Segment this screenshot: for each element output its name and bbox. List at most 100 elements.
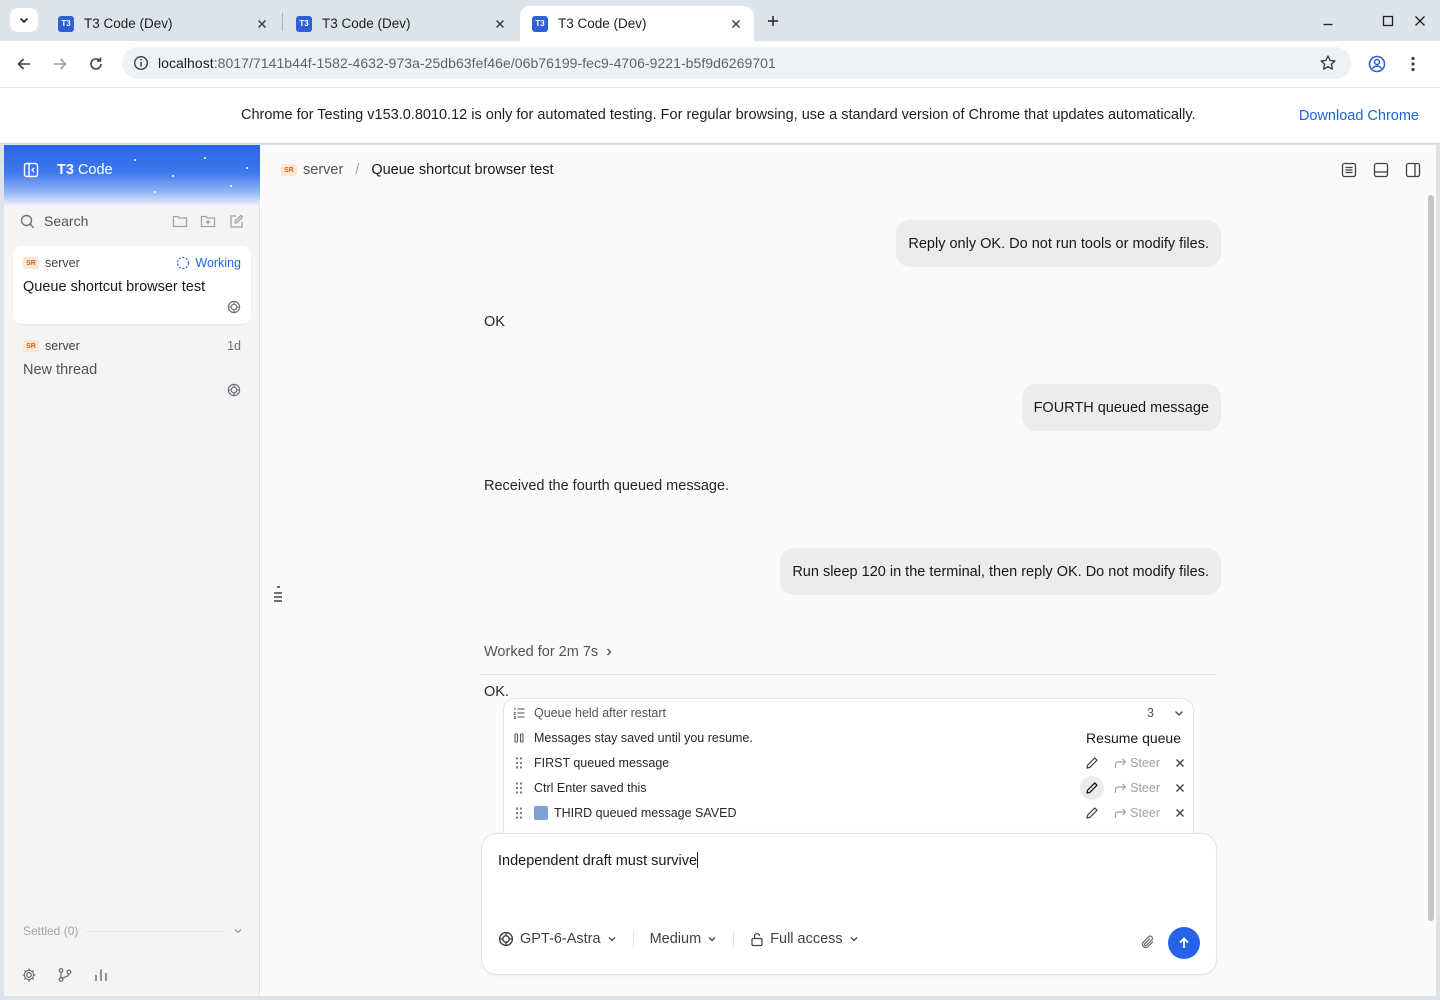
composer-toolbar: GPT-6-Astra Medium Full access: [498, 931, 859, 947]
drag-handle-icon[interactable]: [504, 806, 534, 820]
brand-short: T3: [57, 162, 74, 178]
close-icon: [1176, 784, 1184, 792]
steer-button[interactable]: Steer: [1114, 781, 1160, 795]
composer-input[interactable]: Independent draft must survive: [498, 852, 698, 869]
tab-search-button[interactable]: [10, 8, 38, 32]
breadcrumb-separator: /: [355, 162, 360, 178]
queue-item[interactable]: FIRST queued message Steer: [504, 751, 1193, 775]
drag-handle-icon[interactable]: [504, 781, 534, 795]
chevron-down-icon: [850, 937, 858, 942]
drag-handle-icon[interactable]: [504, 756, 534, 770]
steer-label: Steer: [1130, 781, 1160, 795]
page-title: Queue shortcut browser test: [371, 162, 554, 178]
steer-button[interactable]: Steer: [1114, 756, 1160, 770]
chevron-down-icon[interactable]: [1173, 707, 1185, 719]
reload-icon: [90, 57, 102, 70]
access-picker[interactable]: Full access: [750, 931, 859, 947]
browser-tab[interactable]: T3 T3 Code (Dev): [284, 6, 518, 41]
settings-button[interactable]: [21, 967, 37, 983]
minimize-button[interactable]: [1317, 10, 1339, 32]
sidebar-search[interactable]: Search: [20, 209, 250, 233]
new-thread-button[interactable]: [222, 214, 250, 229]
toggle-diff-button[interactable]: [1340, 161, 1358, 179]
source-control-button[interactable]: [57, 967, 73, 983]
url-path: :8017/7141b44f-1582-4632-973a-25db63fef4…: [213, 55, 776, 71]
forward-button[interactable]: [47, 51, 73, 77]
send-button[interactable]: [1168, 927, 1200, 959]
maximize-button[interactable]: [1377, 10, 1399, 32]
resume-queue-button[interactable]: Resume queue: [1086, 730, 1181, 746]
address-bar[interactable]: localhost:8017/7141b44f-1582-4632-973a-2…: [122, 47, 1351, 79]
thread-item[interactable]: SR server 1d New thread: [13, 329, 251, 407]
openai-model-icon: [227, 383, 241, 397]
thread-timestamp: 1d: [227, 339, 241, 353]
settled-section[interactable]: Settled (0): [23, 924, 243, 938]
tab-title: T3 Code (Dev): [84, 16, 173, 31]
header-actions: [1340, 161, 1422, 179]
sidebar: T3 Code Search SR server Working Queue sh…: [4, 145, 260, 996]
thread-project: SR server: [23, 256, 80, 270]
breadcrumb-project[interactable]: SR server: [281, 162, 343, 178]
steer-button[interactable]: Steer: [1114, 806, 1160, 820]
download-chrome-link[interactable]: Download Chrome: [1299, 108, 1419, 124]
t3-favicon-icon: T3: [296, 15, 312, 32]
usage-stats-button[interactable]: [93, 967, 109, 983]
reload-button[interactable]: [83, 51, 109, 77]
edit-queue-item-button[interactable]: [1080, 801, 1104, 825]
assistant-message: OK.: [484, 684, 509, 700]
site-info-icon[interactable]: [124, 55, 158, 71]
profile-button[interactable]: [1364, 51, 1390, 77]
steer-label: Steer: [1130, 806, 1160, 820]
steer-label: Steer: [1130, 756, 1160, 770]
minimize-icon: [1323, 23, 1333, 26]
t3-favicon-icon: T3: [58, 15, 74, 32]
chevron-right-icon: [607, 648, 612, 656]
close-tab-icon[interactable]: [254, 16, 270, 32]
browser-tab-active[interactable]: T3 T3 Code (Dev): [520, 6, 754, 41]
openai-model-icon: [227, 300, 241, 314]
edit-queue-item-button[interactable]: [1080, 751, 1104, 775]
attach-file-button[interactable]: [1140, 934, 1156, 950]
settled-label: Settled (0): [23, 924, 79, 938]
queue-header[interactable]: Queue held after restart 3: [504, 701, 1193, 725]
thread-item-active[interactable]: SR server Working Queue shortcut browser …: [13, 246, 251, 324]
queue-item-text: Ctrl Enter saved this: [534, 781, 647, 795]
effort-picker[interactable]: Medium: [650, 931, 718, 947]
close-tab-icon[interactable]: [492, 16, 508, 32]
remove-queue-item-button[interactable]: [1175, 783, 1185, 793]
open-folder-button[interactable]: [166, 214, 194, 228]
steer-arrow-icon: [1115, 758, 1127, 768]
queue-item[interactable]: Ctrl Enter saved this Steer: [504, 776, 1193, 800]
model-picker[interactable]: GPT-6-Astra: [498, 931, 617, 947]
close-window-button[interactable]: [1409, 10, 1431, 32]
queue-item[interactable]: THIRD queued message SAVED Steer: [504, 801, 1193, 825]
close-tab-icon[interactable]: [728, 16, 744, 32]
resize-handle-icon[interactable]: [273, 585, 283, 603]
bookmark-star-icon[interactable]: [1319, 54, 1337, 72]
edit-queue-item-button[interactable]: [1080, 776, 1105, 800]
folder-plus-icon: [200, 215, 216, 228]
list-ordered-icon: [504, 707, 534, 719]
sidebar-toggle-icon[interactable]: [23, 162, 39, 178]
toggle-terminal-button[interactable]: [1372, 161, 1390, 179]
new-tab-button[interactable]: [762, 10, 784, 32]
new-project-button[interactable]: [194, 214, 222, 228]
remove-queue-item-button[interactable]: [1175, 758, 1185, 768]
gear-icon: [22, 968, 36, 982]
worked-for-label: Worked for 2m 7s: [484, 644, 599, 660]
pencil-icon: [1086, 757, 1098, 769]
back-button[interactable]: [11, 51, 37, 77]
browser-menu-button[interactable]: [1400, 51, 1426, 77]
close-icon: [1176, 809, 1184, 817]
toggle-right-panel-button[interactable]: [1404, 161, 1422, 179]
scrollbar[interactable]: [1428, 195, 1434, 921]
arrow-left-icon: [17, 58, 30, 70]
browser-tabstrip: T3 T3 Code (Dev) T3 T3 Code (Dev) T3 T3 …: [0, 0, 1440, 41]
assistant-message: Received the fourth queued message.: [484, 478, 730, 494]
browser-tab[interactable]: T3 T3 Code (Dev): [46, 6, 280, 41]
tab-title: T3 Code (Dev): [558, 16, 647, 31]
panel-right-icon: [1405, 162, 1421, 178]
remove-queue-item-button[interactable]: [1175, 808, 1185, 818]
paperclip-icon: [1141, 935, 1154, 949]
worked-for-toggle[interactable]: Worked for 2m 7s: [484, 644, 614, 660]
